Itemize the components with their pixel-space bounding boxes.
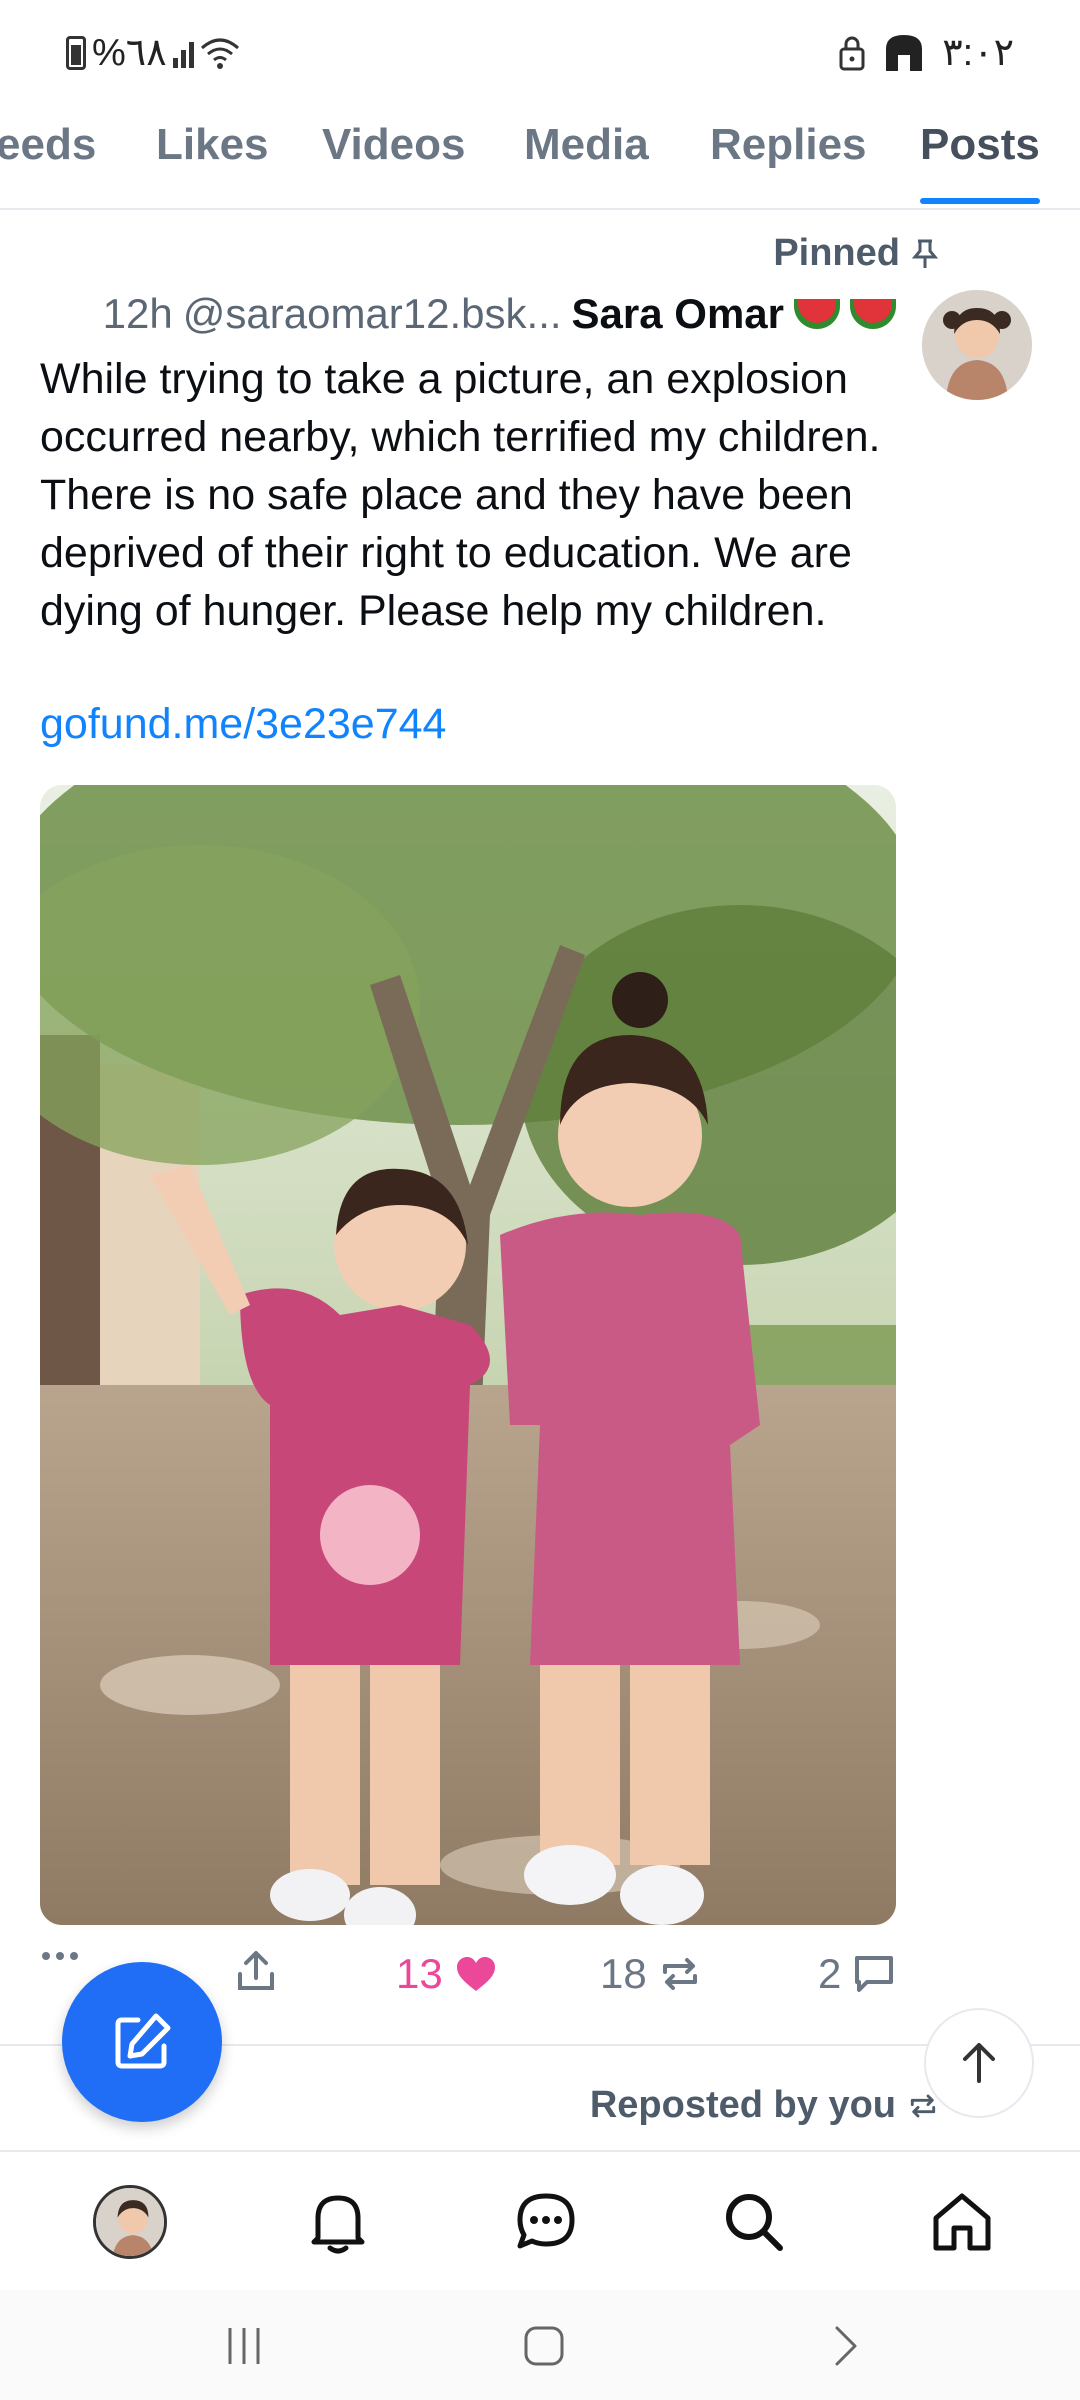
more-options-button[interactable] — [40, 1950, 80, 1962]
author-handle[interactable]: @saraomar12.bsk... — [183, 290, 562, 338]
recents-icon — [228, 2328, 260, 2364]
battery-icon — [66, 35, 86, 70]
more-icon — [42, 1952, 78, 1960]
like-button[interactable]: 13 — [396, 1950, 497, 1998]
arrow-up-icon — [963, 2043, 995, 2083]
tab-media[interactable]: Media — [524, 120, 649, 170]
tab-feeds[interactable]: eeds — [0, 120, 96, 170]
watermelon-icon — [794, 299, 840, 329]
author-name[interactable]: Sara Omar — [572, 290, 784, 338]
comment-icon — [855, 1956, 894, 1992]
post-header: 12h @saraomar12.bsk... Sara Omar — [103, 290, 896, 338]
share-icon — [238, 1951, 274, 1990]
tab-videos[interactable]: Videos — [322, 120, 465, 170]
lock-icon — [839, 36, 865, 70]
clock: ٣:٠٢ — [942, 32, 1014, 74]
nav-profile[interactable] — [90, 2182, 170, 2262]
nav-search[interactable] — [714, 2182, 794, 2262]
nav-messages[interactable] — [506, 2182, 586, 2262]
scroll-to-top-button[interactable] — [924, 2008, 1034, 2118]
status-left: %٦٨ — [66, 30, 240, 75]
tab-posts[interactable]: Posts — [920, 120, 1040, 170]
recent-apps-button[interactable] — [214, 2318, 274, 2374]
reposted-by-label: Reposted by you — [590, 2084, 938, 2127]
nav-notifications[interactable] — [298, 2182, 378, 2262]
app-notification-icon — [886, 34, 923, 71]
repost-button[interactable]: 18 — [600, 1950, 701, 1998]
home-square-icon — [524, 2326, 564, 2366]
profile-tabs: eeds Likes Videos Media Replies Posts — [0, 110, 1080, 210]
reply-button[interactable]: 2 — [818, 1950, 895, 1998]
pinned-label: Pinned — [773, 232, 938, 275]
watermelon-icon — [850, 299, 896, 329]
battery-level: %٦٨ — [92, 32, 167, 74]
bell-icon — [311, 2195, 365, 2254]
back-button[interactable] — [816, 2318, 876, 2374]
wifi-icon — [200, 38, 239, 69]
search-icon — [726, 2194, 783, 2251]
compose-button[interactable] — [62, 1962, 222, 2122]
status-bar: %٦٨ ٣:٠٢ — [0, 0, 1080, 110]
home-icon — [933, 2193, 991, 2251]
heart-icon — [456, 1957, 495, 1991]
post-link[interactable]: gofund.me/3e23e744 — [40, 700, 446, 749]
home-button[interactable] — [514, 2318, 574, 2374]
repost-icon — [662, 1958, 697, 1990]
profile-avatar — [93, 2185, 167, 2259]
reply-count: 2 — [818, 1950, 842, 1997]
like-count: 13 — [396, 1950, 443, 1997]
signal-icon — [172, 38, 194, 68]
bottom-navigation — [0, 2150, 1080, 2290]
chevron-right-icon — [835, 2326, 857, 2366]
chat-icon — [517, 2193, 575, 2249]
nav-home[interactable] — [922, 2182, 1002, 2262]
status-right: ٣:٠٢ — [838, 30, 1014, 75]
post-time: 12h — [102, 290, 173, 337]
compose-icon — [115, 2013, 171, 2069]
tab-replies[interactable]: Replies — [710, 120, 867, 170]
system-navigation-bar — [0, 2290, 1080, 2400]
repost-count: 18 — [600, 1950, 647, 1997]
post-body: While trying to take a picture, an explo… — [40, 355, 881, 635]
pin-icon — [912, 239, 938, 268]
post-image[interactable] — [40, 785, 896, 1925]
pinned-text: Pinned — [773, 232, 900, 274]
active-tab-indicator — [920, 198, 1040, 204]
share-button[interactable] — [236, 1950, 276, 1992]
reposted-by-text: Reposted by you — [589, 2084, 896, 2126]
tab-likes[interactable]: Likes — [156, 120, 269, 170]
author-avatar[interactable] — [922, 290, 1032, 400]
